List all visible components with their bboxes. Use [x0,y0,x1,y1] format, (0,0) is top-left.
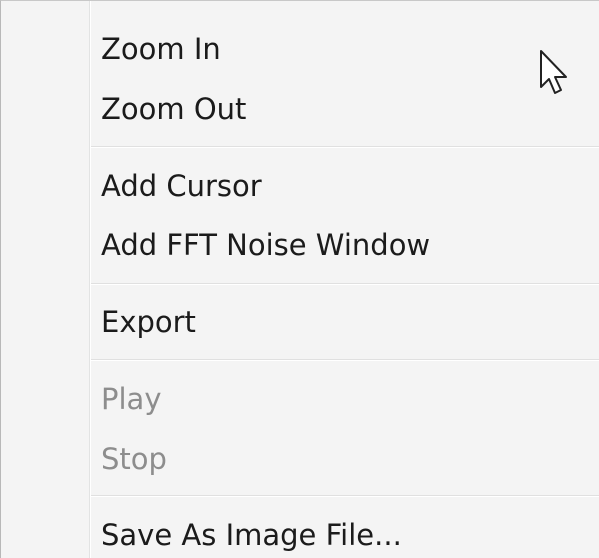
context-menu: Zoom In Zoom Out Add Cursor Add FFT Nois… [0,0,599,558]
menu-item-label: Add FFT Noise Window [101,228,431,262]
menu-item-label: Stop [101,442,167,476]
menu-item-stop: Stop [1,431,599,487]
menu-separator [91,283,599,285]
menu-separator [91,359,599,361]
menu-item-label: Save As Image File... [101,518,402,552]
menu-item-label: Add Cursor [101,169,262,203]
menu-item-add-fft-noise-window[interactable]: Add FFT Noise Window [1,217,599,273]
menu-item-add-cursor[interactable]: Add Cursor [1,158,599,214]
menu-item-label: Play [101,382,162,416]
menu-item-play: Play [1,371,599,427]
menu-separator [91,495,599,497]
menu-item-label: Export [101,305,196,339]
menu-separator [91,146,599,148]
menu-item-label: Zoom Out [101,92,247,126]
menu-item-label: Zoom In [101,32,221,66]
menu-item-zoom-in[interactable]: Zoom In [1,21,599,77]
mouse-pointer-icon [540,50,567,94]
menu-item-zoom-out[interactable]: Zoom Out [1,81,599,137]
menu-item-save-as-image-file[interactable]: Save As Image File... [1,507,599,558]
menu-item-export[interactable]: Export [1,294,599,350]
